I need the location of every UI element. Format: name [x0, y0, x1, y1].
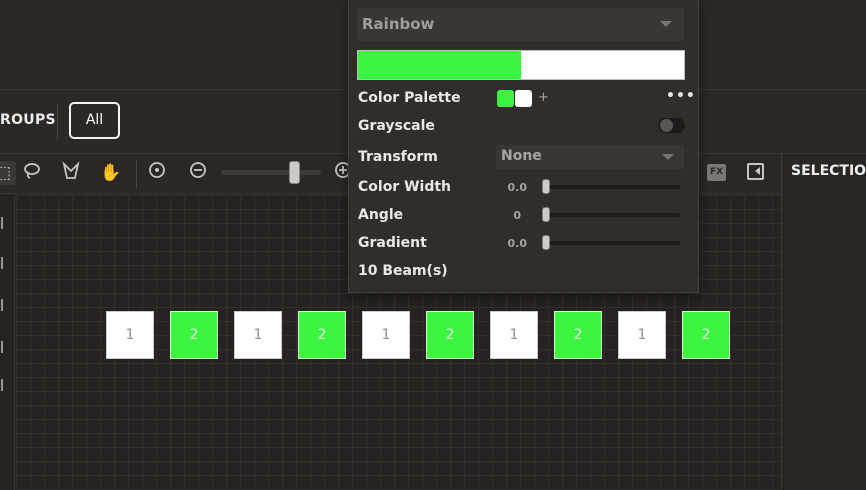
- selection-panel: [782, 195, 866, 490]
- gradient-slider[interactable]: [542, 241, 680, 245]
- gradient-value: 0.0: [507, 237, 528, 250]
- chevron-down-icon: [662, 154, 674, 160]
- add-color-button[interactable]: +: [538, 90, 549, 105]
- gradient-label: Gradient: [358, 235, 427, 251]
- zoom-out-icon[interactable]: [185, 161, 211, 185]
- grayscale-label: Grayscale: [358, 118, 435, 134]
- color-palette-label: Color Palette: [358, 90, 461, 106]
- hand-pan-icon[interactable]: ✋: [98, 161, 124, 185]
- all-group-button[interactable]: All: [69, 102, 120, 139]
- magic-select-icon[interactable]: [58, 161, 84, 185]
- groups-divider: [57, 103, 58, 139]
- zoom-slider-thumb[interactable]: [289, 161, 300, 184]
- angle-label: Angle: [358, 207, 404, 223]
- beam-fixture[interactable]: 2: [682, 311, 730, 359]
- lasso-icon[interactable]: [19, 161, 45, 185]
- preset-dropdown-value: Rainbow: [362, 15, 435, 33]
- transform-label: Transform: [358, 149, 438, 165]
- beam-fixture[interactable]: 1: [106, 311, 154, 359]
- strip-icon-1[interactable]: [1, 217, 13, 229]
- beam-fixture[interactable]: 2: [170, 311, 218, 359]
- color-width-slider-thumb[interactable]: [542, 179, 550, 194]
- fx-button[interactable]: FX: [707, 164, 726, 181]
- play-panel-icon[interactable]: [747, 163, 764, 180]
- selection-header: SELECTION: [791, 163, 866, 179]
- strip-icon-2[interactable]: [1, 257, 13, 269]
- chevron-down-icon: [660, 21, 672, 27]
- beam-fixture[interactable]: 1: [490, 311, 538, 359]
- grayscale-toggle-knob: [660, 119, 673, 132]
- beam-fixture[interactable]: 2: [554, 311, 602, 359]
- palette-swatch-white[interactable]: [515, 90, 532, 107]
- strip-icon-5[interactable]: [1, 379, 13, 391]
- angle-value: 0: [513, 209, 521, 222]
- left-tool-strip: [0, 195, 15, 490]
- strip-icon-4[interactable]: [1, 341, 13, 353]
- more-options-icon[interactable]: •••: [666, 88, 696, 104]
- palette-swatch-green[interactable]: [497, 90, 514, 107]
- angle-slider[interactable]: [542, 213, 680, 217]
- beam-fixture[interactable]: 1: [234, 311, 282, 359]
- toolbar-divider: [136, 160, 137, 188]
- gradient-slider-thumb[interactable]: [542, 235, 550, 250]
- select-icon[interactable]: ⬚: [0, 161, 16, 185]
- beam-fixture[interactable]: 2: [298, 311, 346, 359]
- beam-fixture[interactable]: 2: [426, 311, 474, 359]
- beam-count-label: 10 Beam(s): [358, 263, 448, 279]
- beam-fixture[interactable]: 1: [618, 311, 666, 359]
- gradient-preview[interactable]: [357, 50, 685, 80]
- strip-icon-3[interactable]: [1, 299, 13, 311]
- groups-label: ROUPS: [0, 112, 56, 128]
- angle-slider-thumb[interactable]: [542, 207, 550, 222]
- zoom-fit-icon[interactable]: [144, 161, 170, 185]
- transform-dropdown-value: None: [501, 148, 542, 164]
- color-width-label: Color Width: [358, 179, 452, 195]
- beam-fixture[interactable]: 1: [362, 311, 410, 359]
- color-width-slider[interactable]: [542, 185, 680, 189]
- color-width-value: 0.0: [507, 181, 528, 194]
- zoom-slider-track[interactable]: [221, 170, 321, 175]
